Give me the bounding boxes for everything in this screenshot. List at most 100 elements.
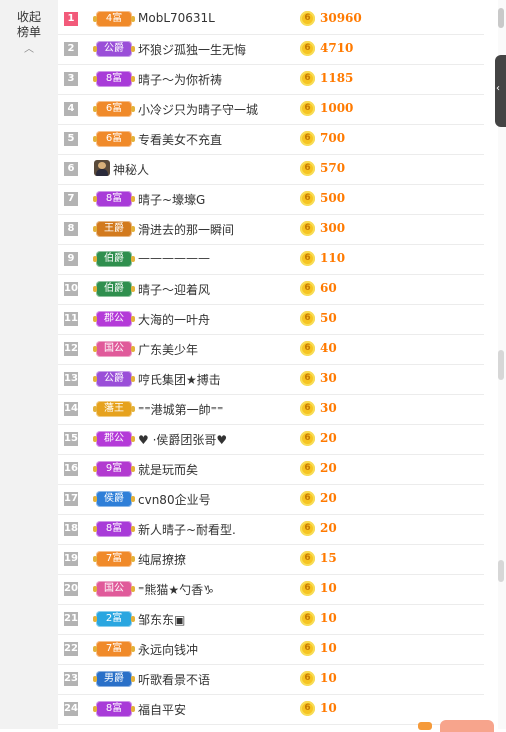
user-name[interactable]: 晴子～迎着风 <box>138 281 210 298</box>
collapse-ranking-button[interactable]: 收起榜单 ︿ <box>14 10 44 57</box>
collapse-label: 收起榜单 <box>16 10 41 39</box>
rank-row[interactable]: 8 王爵 滑进去的那一瞬间 6 300 <box>58 214 484 245</box>
user-name[interactable]: 永远向钱冲 <box>138 641 198 658</box>
coin-icon: 6 <box>300 551 315 566</box>
coin-icon: 6 <box>300 281 315 296</box>
user-name[interactable]: 大海的一叶舟 <box>138 311 210 328</box>
user-name[interactable]: 纯屌撩撩 <box>138 551 186 568</box>
score-value: 10 <box>320 671 337 685</box>
score-value: 30 <box>320 371 337 385</box>
rank-row[interactable]: 20 国公 ⁼熊猫★勺香♑ 6 10 <box>58 574 484 605</box>
coin-icon: 6 <box>300 191 315 206</box>
level-badge: 国公 <box>93 341 135 357</box>
level-badge: 6富 <box>93 131 135 147</box>
user-name[interactable]: 小冷ジ只为晴子守一城 <box>138 101 258 118</box>
user-name[interactable]: 专看美女不充直 <box>138 131 222 148</box>
rank-row[interactable]: 9 伯爵 —————— 6 110 <box>58 244 484 275</box>
user-name[interactable]: 新人晴子~耐看型. <box>138 521 236 538</box>
coin-icon: 6 <box>300 491 315 506</box>
user-name[interactable]: 滑进去的那一瞬间 <box>138 221 234 238</box>
score-value: 20 <box>320 431 337 445</box>
rank-row[interactable]: 23 男爵 听歌看景不语 6 10 <box>58 664 484 695</box>
level-badge: 侯爵 <box>93 491 135 507</box>
user-name[interactable]: 哼氏集团★搏击 <box>138 371 221 388</box>
rank-row[interactable]: 17 侯爵 cvn80企业号 6 20 <box>58 484 484 515</box>
score-value: 700 <box>320 131 346 145</box>
rank-row[interactable]: 14 藩王 ⁼⁼港城第一帥⁼⁼ 6 30 <box>58 394 484 425</box>
rank-row[interactable]: 11 郡公 大海的一叶舟 6 50 <box>58 304 484 335</box>
score-value: 10 <box>320 611 337 625</box>
user-name[interactable]: 广东美少年 <box>138 341 198 358</box>
coin-icon: 6 <box>300 11 315 26</box>
coin-icon: 6 <box>300 41 315 56</box>
rank-row[interactable]: 7 8富 晴子~壕壕G 6 500 <box>58 184 484 215</box>
score-value: 60 <box>320 281 337 295</box>
rank-row[interactable]: 13 公爵 哼氏集团★搏击 6 30 <box>58 364 484 395</box>
user-name[interactable]: 福自平安 <box>138 701 186 718</box>
rank-row[interactable]: 6 神秘人 6 570 <box>58 154 484 185</box>
rank-number: 9 <box>64 252 78 266</box>
score-value: 30 <box>320 401 337 415</box>
rank-row[interactable]: 5 6富 专看美女不充直 6 700 <box>58 124 484 155</box>
coin-icon: 6 <box>300 521 315 536</box>
score-value: 20 <box>320 521 337 535</box>
user-name[interactable]: 邹东东▣ <box>138 611 185 628</box>
user-name[interactable]: cvn80企业号 <box>138 491 211 508</box>
coin-icon: 6 <box>300 671 315 686</box>
user-name[interactable]: ⁼⁼港城第一帥⁼⁼ <box>138 401 223 418</box>
rank-number: 11 <box>64 312 78 326</box>
score-value: 10 <box>320 701 337 715</box>
level-badge: 藩王 <box>93 401 135 417</box>
rank-row[interactable]: 24 8富 福自平安 6 10 <box>58 694 484 725</box>
bottom-action-button[interactable] <box>440 720 494 732</box>
rank-row[interactable]: 15 郡公 ♥ ·侯爵团张哥♥ 6 20 <box>58 424 484 455</box>
mystery-avatar-icon <box>94 160 110 176</box>
coin-icon: 6 <box>300 401 315 416</box>
side-panel-toggle[interactable]: ‹ <box>495 55 506 127</box>
user-name[interactable]: 晴子～为你祈祷 <box>138 71 222 88</box>
rank-number: 23 <box>64 672 78 686</box>
ranking-list: 1 4富 MobL70631L 6 30960 2 公爵 坏狼ジ孤独一生无悔 6 4710 3 8富晴… <box>58 0 488 729</box>
user-name[interactable]: 神秘人 <box>113 161 149 178</box>
user-name[interactable]: 晴子~壕壕G <box>138 191 205 208</box>
rank-row[interactable]: 16 9富 就是玩而矣 6 20 <box>58 454 484 485</box>
score-value: 20 <box>320 491 337 505</box>
coin-icon: 6 <box>300 71 315 86</box>
level-badge: 7富 <box>93 641 135 657</box>
rank-number: 6 <box>64 162 78 176</box>
rank-number: 20 <box>64 582 78 596</box>
user-name[interactable]: 坏狼ジ孤独一生无悔 <box>138 41 246 58</box>
user-name[interactable]: —————— <box>138 251 210 265</box>
rank-number: 12 <box>64 342 78 356</box>
user-name[interactable]: 听歌看景不语 <box>138 671 210 688</box>
rank-number: 7 <box>64 192 78 206</box>
chevron-left-icon: ‹ <box>496 83 500 94</box>
rank-number: 10 <box>64 282 78 296</box>
coin-icon: 6 <box>300 611 315 626</box>
rank-row[interactable]: 2 公爵 坏狼ジ孤独一生无悔 6 4710 <box>58 34 484 65</box>
rank-row[interactable]: 1 4富 MobL70631L 6 30960 <box>58 4 484 35</box>
rank-row[interactable]: 22 7富 永远向钱冲 6 10 <box>58 634 484 665</box>
chevron-up-icon: ︿ <box>24 44 34 55</box>
rank-row[interactable]: 19 7富 纯屌撩撩 6 15 <box>58 544 484 575</box>
rank-row[interactable]: 12 国公 广东美少年 6 40 <box>58 334 484 365</box>
rank-number: 17 <box>64 492 78 506</box>
score-value: 20 <box>320 461 337 475</box>
user-name[interactable]: 就是玩而矣 <box>138 461 198 478</box>
rank-row[interactable]: 4 6富 小冷ジ只为晴子守一城 6 1000 <box>58 94 484 125</box>
coin-icon: 6 <box>300 461 315 476</box>
sidebar: 收起榜单 ︿ <box>0 0 58 729</box>
rank-row[interactable]: 21 2富 邹东东▣ 6 10 <box>58 604 484 635</box>
coin-icon: 6 <box>300 251 315 266</box>
coin-icon: 6 <box>300 311 315 326</box>
coin-icon: 6 <box>300 701 315 716</box>
user-name[interactable]: MobL70631L <box>138 11 215 25</box>
rank-row[interactable]: 3 8富 晴子～为你祈祷 6 1185 <box>58 64 484 95</box>
user-name[interactable]: ♥ ·侯爵团张哥♥ <box>138 431 227 448</box>
rank-row[interactable]: 18 8富 新人晴子~耐看型. 6 20 <box>58 514 484 545</box>
rank-row[interactable]: 10 伯爵 晴子～迎着风 6 60 <box>58 274 484 305</box>
coin-icon: 6 <box>300 431 315 446</box>
level-badge: 男爵 <box>93 671 135 687</box>
user-name[interactable]: ⁼熊猫★勺香♑ <box>138 581 214 598</box>
scrollbar-thumb[interactable] <box>498 8 504 28</box>
